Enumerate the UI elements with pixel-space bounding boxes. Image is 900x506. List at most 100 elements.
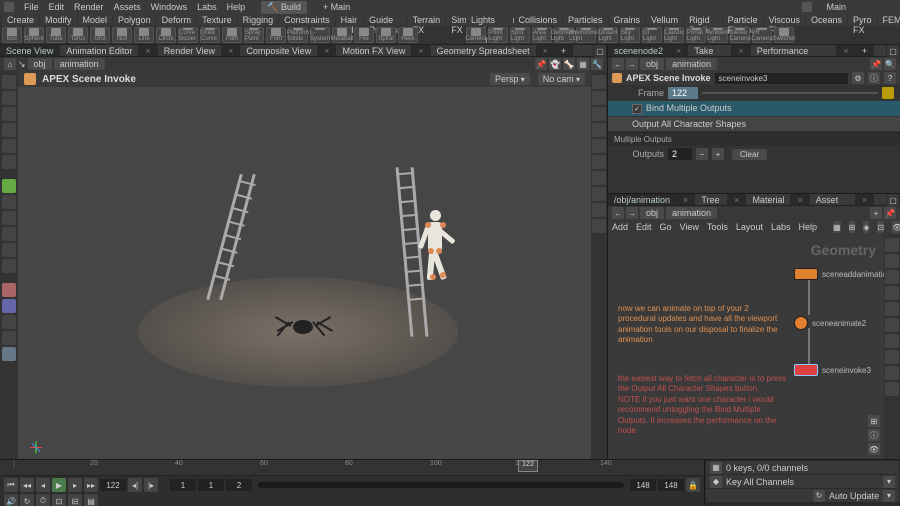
character-humanoid[interactable] <box>416 202 456 302</box>
node[interactable]: sceneanimate2 <box>794 316 866 330</box>
shelf-tool-environment-light[interactable]: Environment Light <box>576 27 596 43</box>
sticky-note[interactable]: now we can animate on top of your 2 proc… <box>618 304 788 346</box>
help-icon[interactable]: ? <box>884 72 896 84</box>
shelf-tool-path[interactable]: Path <box>222 27 242 43</box>
pane-max-icon[interactable]: ▢ <box>887 45 899 57</box>
select-tool-icon[interactable] <box>2 75 16 89</box>
shelf-tab[interactable]: Deform <box>157 14 197 26</box>
range-start[interactable]: 1 <box>170 479 196 491</box>
shelf-tool-file[interactable]: File <box>354 27 374 43</box>
menu-help[interactable]: Help <box>227 2 246 12</box>
snap-icon[interactable] <box>2 195 16 209</box>
bg-icon[interactable] <box>592 187 606 201</box>
range-end1[interactable]: 148 <box>630 479 656 491</box>
range-s2[interactable]: 1 <box>198 479 224 491</box>
shelf-tool-circle[interactable]: Circle <box>156 27 176 43</box>
step-fwd-button[interactable]: ▸ <box>68 478 82 492</box>
shelf-tool-camera[interactable]: Camera <box>466 27 486 43</box>
persp-dropdown[interactable]: Persp ▾ <box>490 73 530 85</box>
menu-edit[interactable]: Edit <box>49 2 65 12</box>
tab-geo-spread[interactable]: Geometry Spreadsheet <box>431 45 536 56</box>
shelf-tab[interactable]: Vellum <box>646 14 683 26</box>
handle-icon[interactable] <box>2 211 16 225</box>
net-opt-icon[interactable]: ⓘ <box>868 429 880 441</box>
shelf-tool-box[interactable]: Box <box>2 27 22 43</box>
step-back-button[interactable]: ◂ <box>36 478 50 492</box>
net-menu-tools[interactable]: Tools <box>707 222 728 232</box>
rotate-tool-icon[interactable] <box>2 123 16 137</box>
path-obj[interactable]: obj <box>640 58 664 70</box>
shelf-tool-vr-camera[interactable]: VR Camera <box>752 27 772 43</box>
outputs-input[interactable]: 2 <box>668 148 692 160</box>
shelf-tab[interactable]: Collisions <box>514 14 563 26</box>
shelf-tool-sky-light[interactable]: Sky Light <box>620 27 640 43</box>
shelf-tab[interactable]: Rigging <box>238 14 279 26</box>
find-icon[interactable]: 🔍 <box>884 58 896 70</box>
net-icon[interactable]: ▦ <box>833 221 841 233</box>
sticky-note[interactable]: the easiest way to fetch all character i… <box>618 374 788 436</box>
tab-scenenode[interactable]: scenenode2 <box>608 45 669 56</box>
net-tool-icon[interactable] <box>885 334 899 348</box>
shelf-tool-grid[interactable]: Grid <box>90 27 110 43</box>
shelf-tool-point-light[interactable]: Point Light <box>488 27 508 43</box>
path-anim[interactable]: animation <box>666 58 717 70</box>
cam-icon[interactable] <box>592 203 606 217</box>
net-tool-icon[interactable] <box>885 318 899 332</box>
desktop-main[interactable]: Main <box>826 2 846 12</box>
net-icon[interactable]: ⊡ <box>877 221 884 233</box>
tab-matpalette[interactable]: Material Palette <box>746 194 790 205</box>
shelf-tab[interactable]: Hair Utils <box>336 14 364 26</box>
chevron-icon[interactable]: ▾ <box>883 490 895 502</box>
shelf-tab[interactable]: Pyro FX <box>848 14 877 26</box>
auto-update-toggle[interactable]: Auto Update <box>829 491 879 501</box>
chain-icon[interactable] <box>2 315 16 329</box>
net-tool-icon[interactable] <box>885 366 899 380</box>
shelf-tab[interactable]: Texture <box>197 14 237 26</box>
shelf-tool-draw-curve[interactable]: Draw Curve <box>200 27 220 43</box>
ortho-icon[interactable] <box>592 219 606 233</box>
tab-scene-view[interactable]: Scene View <box>0 45 59 56</box>
shelf-tab[interactable]: Rigid Bodies <box>684 14 722 26</box>
menu-render[interactable]: Render <box>74 2 104 12</box>
fwd-icon[interactable]: → <box>626 58 638 70</box>
range-end2[interactable]: 148 <box>658 479 684 491</box>
tab-network[interactable]: /obj/animation <box>608 194 676 205</box>
globe-icon[interactable] <box>2 347 16 361</box>
node-graph[interactable]: Geometry now we can animate on top of yo… <box>608 234 884 459</box>
shelf-tool-null[interactable]: Null <box>112 27 132 43</box>
shelf-tab[interactable]: Model <box>78 14 113 26</box>
tab-perfmon[interactable]: Performance Monitor <box>751 45 837 56</box>
pin-icon[interactable]: 📌 <box>535 58 547 70</box>
render-icon[interactable] <box>2 243 16 257</box>
net-tool-icon[interactable] <box>885 350 899 364</box>
net-menu-labs[interactable]: Labs <box>771 222 791 232</box>
menu-assets[interactable]: Assets <box>114 2 141 12</box>
net-tool-icon[interactable] <box>885 254 899 268</box>
shelf-tab[interactable]: Oceans <box>806 14 847 26</box>
node[interactable]: sceneaddanimation3 <box>794 268 884 280</box>
shelf-tool-curve-bezier[interactable]: Curve Bezier <box>178 27 198 43</box>
net-tool-icon[interactable] <box>885 382 899 396</box>
tab-render-view[interactable]: Render View <box>158 45 221 56</box>
shelf-tool-spray-paint[interactable]: Spray Paint <box>244 27 264 43</box>
shelf-tool-gi-light[interactable]: GI Light <box>642 27 662 43</box>
net-menu-add[interactable]: Add <box>612 222 628 232</box>
key-all-button[interactable]: Key All Channels <box>726 477 794 487</box>
current-frame[interactable]: 122 <box>100 479 126 491</box>
node-name-field[interactable]: sceneinvoke3 <box>715 73 848 84</box>
shelf-tab[interactable]: Create <box>2 14 39 26</box>
cloud-icon[interactable] <box>802 2 812 12</box>
shelf-tool-switcher[interactable]: Switcher <box>774 27 794 43</box>
shelf-tool-spiral[interactable]: Spiral <box>376 27 396 43</box>
realtime-icon[interactable]: ⏱ <box>36 494 50 506</box>
clear-button[interactable]: Clear <box>732 149 767 160</box>
net-menu-help[interactable]: Help <box>798 222 817 232</box>
shelf-tool-font[interactable]: Font <box>266 27 286 43</box>
net-menu-layout[interactable]: Layout <box>736 222 763 232</box>
shelf-tab[interactable]: Lights and Cameras <box>466 14 513 26</box>
shelf-tool-line[interactable]: Line <box>134 27 154 43</box>
net-opt-icon[interactable]: ⊞ <box>868 415 880 427</box>
shelf-tool-tube[interactable]: Tube <box>46 27 66 43</box>
shelf-tool-metaball[interactable]: Metaball <box>332 27 352 43</box>
dec-icon[interactable]: − <box>696 148 708 160</box>
